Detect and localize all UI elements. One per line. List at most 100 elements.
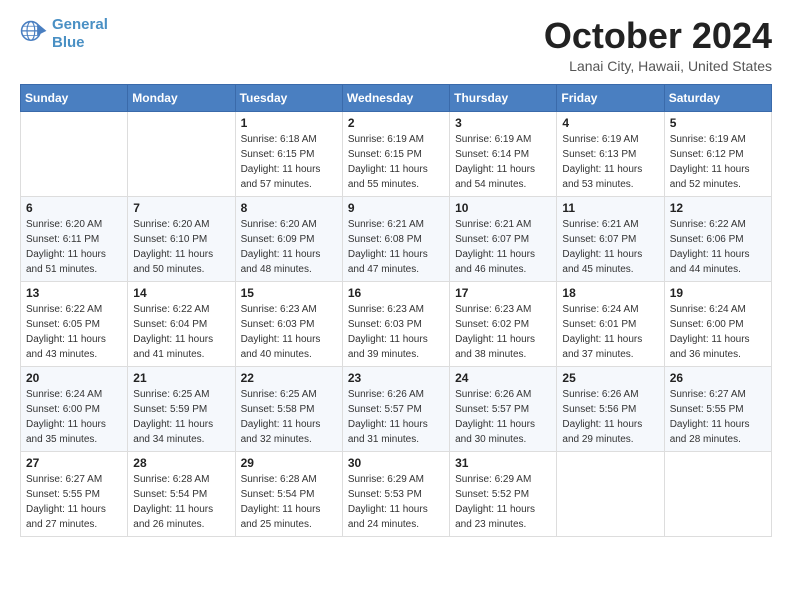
calendar-cell: 24Sunrise: 6:26 AMSunset: 5:57 PMDayligh… [450,366,557,451]
day-detail: Sunrise: 6:20 AMSunset: 6:11 PMDaylight:… [26,217,122,277]
day-number: 24 [455,371,551,385]
calendar-cell: 7 Sunrise: 6:20 AMSunset: 6:10 PMDaylight… [128,196,235,281]
weekday-header-thursday: Thursday [450,84,557,111]
calendar-cell: 25 Sunrise: 6:26 AMSunset: 5:56 PMDayligh… [557,366,664,451]
calendar-week-5: 27 Sunrise: 6:27 AMSunset: 5:55 PMDayligh… [21,451,772,536]
calendar-cell: 8Sunrise: 6:20 AMSunset: 6:09 PMDaylight… [235,196,342,281]
calendar-cell: 9 Sunrise: 6:21 AMSunset: 6:08 PMDaylight… [342,196,449,281]
day-detail: Sunrise: 6:21 AMSunset: 6:07 PMDaylight:… [562,217,658,277]
calendar-cell: 5 Sunrise: 6:19 AMSunset: 6:12 PMDaylight… [664,111,771,196]
day-number: 12 [670,201,766,215]
calendar-cell [21,111,128,196]
day-detail: Sunrise: 6:22 AMSunset: 6:05 PMDaylight:… [26,302,122,362]
day-number: 2 [348,116,444,130]
location-subtitle: Lanai City, Hawaii, United States [544,58,772,74]
calendar-cell: 11Sunrise: 6:21 AMSunset: 6:07 PMDayligh… [557,196,664,281]
day-number: 29 [241,456,337,470]
day-number: 5 [670,116,766,130]
calendar-cell: 27 Sunrise: 6:27 AMSunset: 5:55 PMDayligh… [21,451,128,536]
calendar-cell: 31Sunrise: 6:29 AMSunset: 5:52 PMDayligh… [450,451,557,536]
logo-line2: Blue [52,34,85,51]
day-number: 1 [241,116,337,130]
day-detail: Sunrise: 6:19 AMSunset: 6:13 PMDaylight:… [562,132,658,192]
calendar-cell: 15 Sunrise: 6:23 AMSunset: 6:03 PMDayligh… [235,281,342,366]
weekday-header-monday: Monday [128,84,235,111]
calendar-cell: 4Sunrise: 6:19 AMSunset: 6:13 PMDaylight… [557,111,664,196]
day-detail: Sunrise: 6:25 AMSunset: 5:58 PMDaylight:… [241,387,337,447]
day-detail: Sunrise: 6:25 AMSunset: 5:59 PMDaylight:… [133,387,229,447]
weekday-header-wednesday: Wednesday [342,84,449,111]
calendar-cell: 1 Sunrise: 6:18 AMSunset: 6:15 PMDaylight… [235,111,342,196]
calendar-cell: 18 Sunrise: 6:24 AMSunset: 6:01 PMDayligh… [557,281,664,366]
calendar-cell [557,451,664,536]
day-detail: Sunrise: 6:28 AMSunset: 5:54 PMDaylight:… [241,472,337,532]
calendar-cell: 10 Sunrise: 6:21 AMSunset: 6:07 PMDayligh… [450,196,557,281]
calendar-week-2: 6 Sunrise: 6:20 AMSunset: 6:11 PMDaylight… [21,196,772,281]
calendar-cell: 13 Sunrise: 6:22 AMSunset: 6:05 PMDayligh… [21,281,128,366]
day-detail: Sunrise: 6:22 AMSunset: 6:04 PMDaylight:… [133,302,229,362]
day-number: 14 [133,286,229,300]
day-number: 6 [26,201,122,215]
header: General Blue October 2024 Lanai City, Ha… [20,16,772,74]
day-number: 16 [348,286,444,300]
calendar-cell [128,111,235,196]
calendar-body: 1 Sunrise: 6:18 AMSunset: 6:15 PMDaylight… [21,111,772,536]
day-detail: Sunrise: 6:20 AMSunset: 6:10 PMDaylight:… [133,217,229,277]
day-detail: Sunrise: 6:24 AMSunset: 6:01 PMDaylight:… [562,302,658,362]
day-number: 18 [562,286,658,300]
day-number: 22 [241,371,337,385]
day-number: 10 [455,201,551,215]
calendar-cell: 6 Sunrise: 6:20 AMSunset: 6:11 PMDaylight… [21,196,128,281]
calendar-table: SundayMondayTuesdayWednesdayThursdayFrid… [20,84,772,537]
calendar-week-3: 13 Sunrise: 6:22 AMSunset: 6:05 PMDayligh… [21,281,772,366]
day-detail: Sunrise: 6:22 AMSunset: 6:06 PMDaylight:… [670,217,766,277]
calendar-cell: 23 Sunrise: 6:26 AMSunset: 5:57 PMDayligh… [342,366,449,451]
day-number: 26 [670,371,766,385]
day-detail: Sunrise: 6:21 AMSunset: 6:08 PMDaylight:… [348,217,444,277]
day-number: 17 [455,286,551,300]
logo-text: General Blue [52,16,108,52]
day-detail: Sunrise: 6:28 AMSunset: 5:54 PMDaylight:… [133,472,229,532]
calendar-cell: 22 Sunrise: 6:25 AMSunset: 5:58 PMDayligh… [235,366,342,451]
weekday-header-tuesday: Tuesday [235,84,342,111]
weekday-header-friday: Friday [557,84,664,111]
day-number: 9 [348,201,444,215]
day-number: 31 [455,456,551,470]
day-detail: Sunrise: 6:21 AMSunset: 6:07 PMDaylight:… [455,217,551,277]
day-detail: Sunrise: 6:29 AMSunset: 5:53 PMDaylight:… [348,472,444,532]
day-detail: Sunrise: 6:24 AMSunset: 6:00 PMDaylight:… [670,302,766,362]
calendar-cell: 16 Sunrise: 6:23 AMSunset: 6:03 PMDayligh… [342,281,449,366]
day-number: 13 [26,286,122,300]
day-detail: Sunrise: 6:23 AMSunset: 6:02 PMDaylight:… [455,302,551,362]
logo: General Blue [20,16,108,52]
day-detail: Sunrise: 6:26 AMSunset: 5:57 PMDaylight:… [348,387,444,447]
day-detail: Sunrise: 6:19 AMSunset: 6:12 PMDaylight:… [670,132,766,192]
day-detail: Sunrise: 6:27 AMSunset: 5:55 PMDaylight:… [26,472,122,532]
day-number: 15 [241,286,337,300]
day-number: 8 [241,201,337,215]
weekday-header-saturday: Saturday [664,84,771,111]
day-detail: Sunrise: 6:23 AMSunset: 6:03 PMDaylight:… [241,302,337,362]
day-number: 21 [133,371,229,385]
calendar-week-4: 20 Sunrise: 6:24 AMSunset: 6:00 PMDayligh… [21,366,772,451]
day-number: 23 [348,371,444,385]
day-number: 27 [26,456,122,470]
calendar-cell: 19Sunrise: 6:24 AMSunset: 6:00 PMDayligh… [664,281,771,366]
day-number: 3 [455,116,551,130]
title-block: October 2024 Lanai City, Hawaii, United … [544,16,772,74]
calendar-cell: 2Sunrise: 6:19 AMSunset: 6:15 PMDaylight… [342,111,449,196]
day-detail: Sunrise: 6:26 AMSunset: 5:56 PMDaylight:… [562,387,658,447]
month-title: October 2024 [544,16,772,56]
day-detail: Sunrise: 6:19 AMSunset: 6:14 PMDaylight:… [455,132,551,192]
day-detail: Sunrise: 6:23 AMSunset: 6:03 PMDaylight:… [348,302,444,362]
day-number: 7 [133,201,229,215]
calendar-cell: 26Sunrise: 6:27 AMSunset: 5:55 PMDayligh… [664,366,771,451]
day-detail: Sunrise: 6:24 AMSunset: 6:00 PMDaylight:… [26,387,122,447]
day-number: 30 [348,456,444,470]
weekday-header-sunday: Sunday [21,84,128,111]
day-number: 20 [26,371,122,385]
day-number: 25 [562,371,658,385]
page: General Blue October 2024 Lanai City, Ha… [0,0,792,612]
calendar-cell: 29 Sunrise: 6:28 AMSunset: 5:54 PMDayligh… [235,451,342,536]
day-detail: Sunrise: 6:18 AMSunset: 6:15 PMDaylight:… [241,132,337,192]
